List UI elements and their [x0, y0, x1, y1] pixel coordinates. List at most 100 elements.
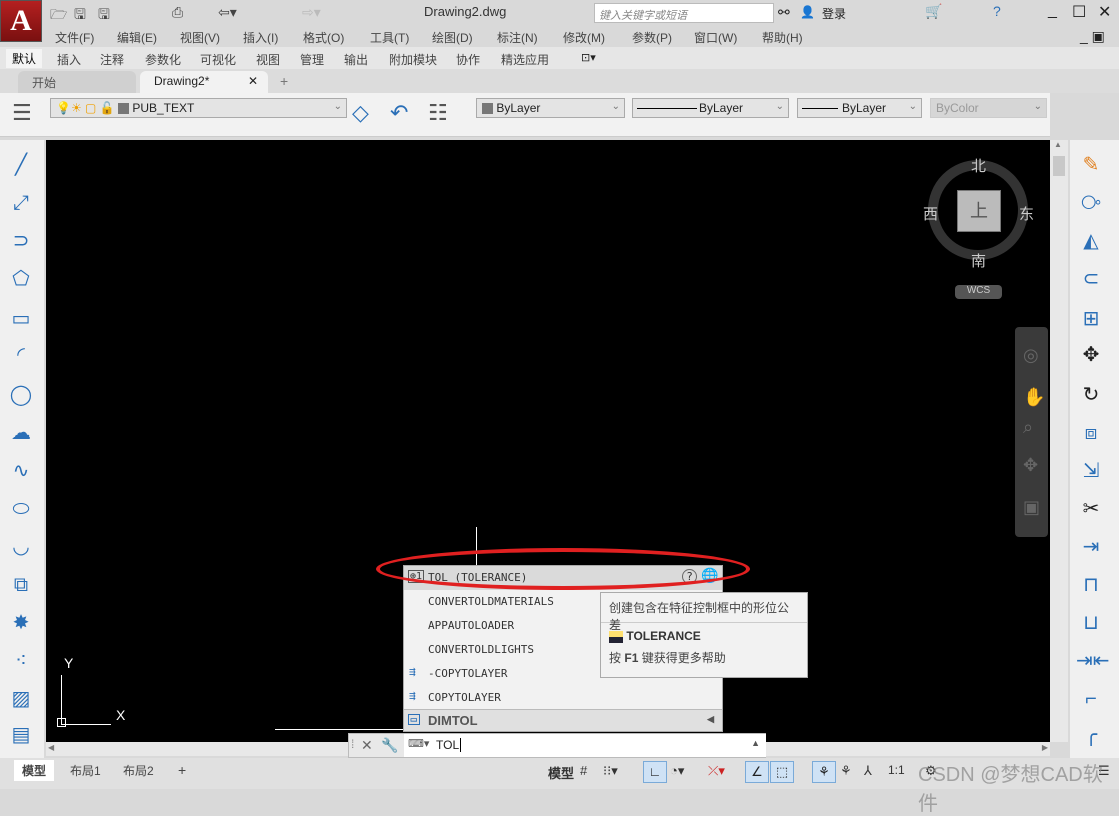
fillet-icon[interactable]: ╭	[1076, 720, 1106, 750]
point-icon[interactable]: ⁖	[6, 646, 36, 676]
open-icon[interactable]: 🗁	[50, 4, 67, 28]
maximize-button[interactable]: ☐	[1072, 2, 1086, 22]
steering-wheel-icon[interactable]: ◎	[1023, 345, 1039, 366]
model-space-button[interactable]: 模型	[548, 763, 574, 782]
viewcube-top-face[interactable]: 上	[957, 190, 1001, 232]
customize-wrench-icon[interactable]: 🔧	[381, 737, 398, 754]
close-button[interactable]: ✕	[1098, 2, 1111, 22]
orbit-icon[interactable]: ✥	[1023, 455, 1038, 476]
ribbon-tab-view[interactable]: 视图	[256, 51, 280, 68]
menu-help[interactable]: 帮助(H)	[762, 29, 803, 46]
autocomplete-group-dimtol[interactable]: ▭ DIMTOL ◀	[404, 709, 722, 731]
plot-icon[interactable]: ⎙	[172, 4, 183, 21]
vertical-scrollbar[interactable]: ▲	[1050, 140, 1068, 742]
rectangle-icon[interactable]: ▭	[6, 304, 36, 334]
new-tab-button[interactable]: +	[280, 73, 288, 89]
menu-dimension[interactable]: 标注(N)	[497, 29, 538, 46]
array-icon[interactable]: ⊞	[1076, 304, 1106, 334]
scale-icon[interactable]: ⧈	[1076, 418, 1106, 448]
file-tab-drawing2[interactable]: Drawing2* ✕	[140, 71, 268, 93]
ribbon-tab-parametric[interactable]: 参数化	[145, 51, 181, 68]
zoom-icon[interactable]: ⌕	[1023, 417, 1033, 438]
close-icon[interactable]: ✕	[361, 737, 373, 754]
menu-window[interactable]: 窗口(W)	[694, 29, 737, 46]
scroll-thumb[interactable]	[1053, 156, 1065, 176]
auto-scale-icon[interactable]: ⚘	[840, 763, 852, 779]
scroll-right-icon[interactable]: ▶	[1042, 743, 1048, 752]
ellipse-icon[interactable]: ⬭	[6, 494, 36, 524]
object-snap-icon[interactable]: ⬚	[770, 761, 794, 783]
command-input[interactable]: ⌨▾ TOL ▲	[404, 734, 766, 757]
file-tab-start[interactable]: 开始	[18, 71, 136, 93]
redo-icon[interactable]: ⇨▾	[302, 4, 321, 21]
binoculars-icon[interactable]: ⚯	[778, 4, 790, 21]
compass-south[interactable]: 南	[971, 250, 986, 271]
revcloud-icon[interactable]: ☁	[6, 418, 36, 448]
offset-icon[interactable]: ⊂	[1076, 264, 1106, 294]
user-icon[interactable]: 👤	[800, 5, 815, 19]
menu-draw[interactable]: 绘图(D)	[432, 29, 473, 46]
ribbon-toggle-icon[interactable]: ⊡▾	[581, 51, 596, 64]
isodraft-icon[interactable]: ⤫▾	[708, 763, 725, 779]
snap-icon[interactable]: ⁝⁝▾	[603, 763, 618, 779]
login-link[interactable]: 登录	[822, 5, 846, 22]
showmotion-icon[interactable]: ▣	[1023, 497, 1040, 518]
scroll-up-icon[interactable]: ▲	[1054, 140, 1062, 149]
layout-tab-layout1[interactable]: 布局1	[62, 760, 109, 781]
ribbon-tab-output[interactable]: 输出	[344, 51, 368, 68]
ribbon-tab-collaborate[interactable]: 协作	[456, 51, 480, 68]
expand-left-icon[interactable]: ◀	[707, 714, 714, 725]
menu-edit[interactable]: 编辑(E)	[117, 29, 157, 46]
erase-icon[interactable]: ✎	[1076, 150, 1106, 180]
lineweight-dropdown[interactable]: ByLayer ⌄	[797, 98, 922, 118]
annotation-visibility-icon[interactable]: ⚘	[812, 761, 836, 783]
add-layout-button[interactable]: +	[170, 760, 194, 780]
menu-insert[interactable]: 插入(I)	[243, 29, 278, 46]
menu-parameter[interactable]: 参数(P)	[632, 29, 672, 46]
arc-icon[interactable]: ◜	[6, 340, 36, 370]
extend-icon[interactable]: ⇥	[1076, 532, 1106, 562]
scroll-left-icon[interactable]: ◀	[48, 743, 54, 752]
ellipse-arc-icon[interactable]: ◡	[6, 532, 36, 562]
compass-east[interactable]: 东	[1019, 203, 1034, 224]
make-current-layer-icon[interactable]: ◇	[352, 100, 369, 126]
gradient-icon[interactable]: ▤	[6, 720, 36, 750]
copy-icon[interactable]: ⧂	[1076, 188, 1106, 218]
break-icon[interactable]: ⊓	[1076, 570, 1106, 600]
compass-north[interactable]: 北	[971, 155, 986, 176]
ribbon-tab-featured[interactable]: 精选应用	[501, 51, 549, 68]
layout-tab-layout2[interactable]: 布局2	[115, 760, 162, 781]
linetype-dropdown[interactable]: ByLayer ⌄	[632, 98, 789, 118]
cart-icon[interactable]: 🛒	[925, 3, 942, 20]
minimize-button[interactable]: _	[1048, 2, 1057, 20]
scale-dropdown[interactable]: 1:1	[888, 763, 905, 777]
break-at-point-icon[interactable]: ⊔	[1076, 608, 1106, 638]
trim-icon[interactable]: ✂	[1076, 494, 1106, 524]
polyline-icon[interactable]: ⊃	[6, 226, 36, 256]
layer-states-icon[interactable]: ☷	[428, 100, 448, 126]
pan-icon[interactable]: ✋	[1023, 387, 1045, 408]
chamfer-icon[interactable]: ⌐	[1076, 684, 1106, 714]
layer-properties-icon[interactable]: ☰	[12, 100, 32, 126]
polygon-icon[interactable]: ⬠	[6, 264, 36, 294]
layout-tab-model[interactable]: 模型	[14, 760, 55, 781]
annotation-scale-icon[interactable]: ⅄	[864, 763, 872, 779]
layer-dropdown[interactable]: 💡☀ ▢ 🔓 PUB_TEXT ⌄	[50, 98, 347, 118]
rotate-icon[interactable]: ↻	[1076, 380, 1106, 410]
ribbon-tab-insert[interactable]: 插入	[57, 51, 81, 68]
application-menu-button[interactable]: A	[0, 0, 42, 42]
menu-file[interactable]: 文件(F)	[55, 29, 94, 46]
close-tab-icon[interactable]: ✕	[248, 74, 258, 88]
autocomplete-item[interactable]: ⇶ COPYTOLAYER	[404, 686, 722, 710]
mirror-icon[interactable]: ◭	[1076, 226, 1106, 256]
search-input[interactable]: 键入关键字或短语	[594, 3, 774, 23]
line-icon[interactable]: ╱	[6, 150, 36, 180]
wcs-menu[interactable]: WCS	[955, 285, 1002, 299]
undo-icon[interactable]: ⇦▾	[218, 4, 237, 21]
menu-modify[interactable]: 修改(M)	[563, 29, 605, 46]
insert-block-icon[interactable]: ⧉	[6, 570, 36, 600]
polar-icon[interactable]: ◔▾	[670, 763, 684, 779]
ribbon-tab-addins[interactable]: 附加模块	[389, 51, 437, 68]
command-prompt-icon[interactable]: ⌨▾	[408, 737, 429, 750]
compass-west[interactable]: 西	[923, 203, 938, 224]
